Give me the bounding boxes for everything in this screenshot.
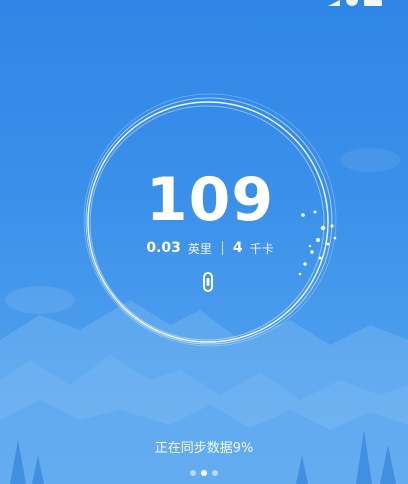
activity-stats: 0.03 英里 4 千卡 (110, 238, 310, 258)
fitness-band-icon[interactable] (203, 272, 213, 292)
calories-value: 4 (232, 240, 243, 256)
distance-value: 0.03 (146, 240, 181, 256)
distance-unit: 英里 (187, 241, 212, 256)
calories-unit: 千卡 (249, 241, 274, 256)
page-dot[interactable] (212, 470, 218, 476)
page-dot-active[interactable] (201, 470, 207, 476)
page-indicator[interactable] (0, 470, 408, 476)
home-screen: 109 0.03 英里 4 千卡 正在同步数据9% (0, 0, 408, 484)
sync-status-text: 正在同步数据9% (154, 441, 254, 456)
page-dot[interactable] (190, 470, 196, 476)
stats-divider (221, 241, 223, 255)
step-count[interactable]: 109 (110, 160, 310, 240)
